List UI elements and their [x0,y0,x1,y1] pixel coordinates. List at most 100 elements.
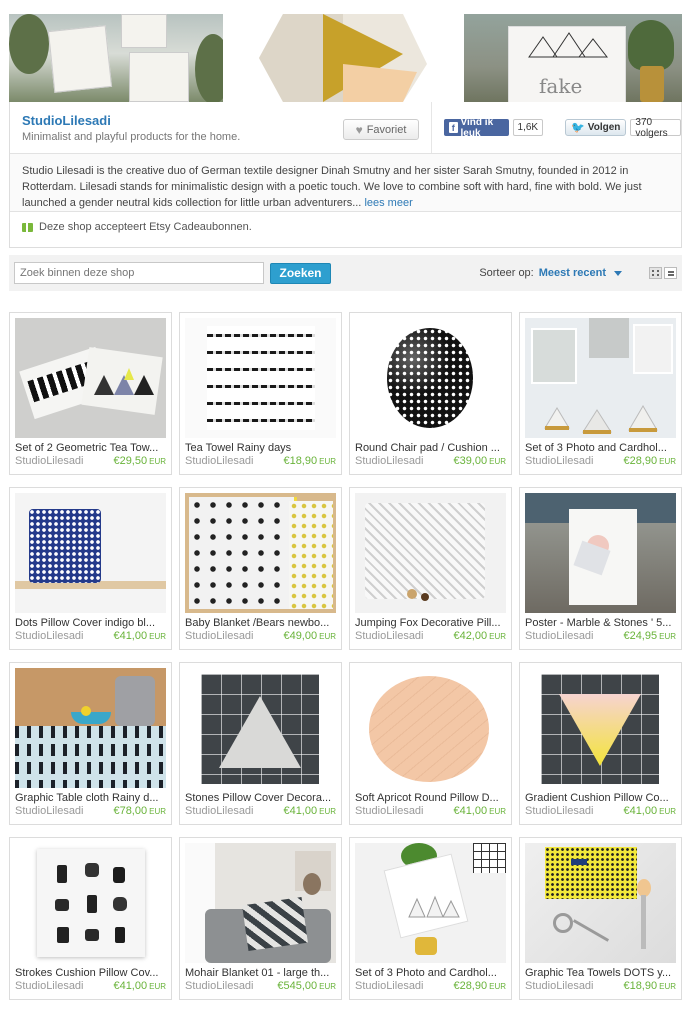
listing-title[interactable]: Baby Blanket /Bears newbo... [185,617,336,629]
listing-price: €29,50 [113,455,148,467]
listing-seller[interactable]: StudioLilesadi [15,980,84,992]
listing-image[interactable] [185,843,336,963]
listing-price: €18,90 [623,980,658,992]
shop-info-panel: StudioLilesadi Minimalist and playful pr… [9,102,682,248]
search-button[interactable]: Zoeken [270,262,331,284]
listing-title[interactable]: Tea Towel Rainy days [185,442,336,454]
listing-image[interactable] [15,843,166,963]
listing-title[interactable]: Strokes Cushion Pillow Cov... [15,967,166,979]
listing-seller[interactable]: StudioLilesadi [185,805,254,817]
listing-title[interactable]: Gradient Cushion Pillow Co... [525,792,676,804]
listing-image[interactable] [355,668,506,788]
grid-view-button[interactable] [649,267,662,279]
listing-currency: EUR [319,632,336,641]
listing-image[interactable] [185,493,336,613]
giftcard-notice-text: Deze shop accepteert Etsy Cadeaubonnen. [39,221,252,233]
listing-title[interactable]: Mohair Blanket 01 - large th... [185,967,336,979]
listing-currency: EUR [149,632,166,641]
facebook-like-count: 1,6K [512,119,544,136]
listing-image[interactable] [185,318,336,438]
listing-title[interactable]: Graphic Tea Towels DOTS y... [525,967,676,979]
listing-image[interactable] [525,843,676,963]
listing-image[interactable] [15,493,166,613]
listing-image[interactable] [355,843,506,963]
listing-seller[interactable]: StudioLilesadi [525,455,594,467]
list-view-button[interactable] [664,267,677,279]
listing-title[interactable]: Graphic Table cloth Rainy d... [15,792,166,804]
listing-currency: EUR [489,807,506,816]
gift-icon [22,222,33,232]
listing-image[interactable] [15,668,166,788]
listing-card[interactable]: Stones Pillow Cover Decora... StudioLile… [179,662,342,825]
listing-card[interactable]: Graphic Table cloth Rainy d... StudioLil… [9,662,172,825]
listing-currency: EUR [659,632,676,641]
listing-image[interactable] [185,668,336,788]
banner-photo-poster-plant: fake [464,14,682,102]
listing-title[interactable]: Soft Apricot Round Pillow D... [355,792,506,804]
svg-text:fake: fake [539,74,582,98]
sort-label: Sorteer op: [479,267,534,279]
listing-card[interactable]: Poster - Marble & Stones ' 5... StudioLi… [519,487,682,650]
listing-seller[interactable]: StudioLilesadi [355,455,424,467]
chevron-down-icon[interactable] [614,270,622,276]
listing-card[interactable]: Tea Towel Rainy days StudioLilesadi €18,9… [179,312,342,475]
banner-photo-posters [9,14,223,102]
list-icon [667,270,674,276]
giftcard-notice: Deze shop accepteert Etsy Cadeaubonnen. [10,212,681,242]
listing-seller[interactable]: StudioLilesadi [185,455,254,467]
listing-image[interactable] [525,493,676,613]
listing-card[interactable]: Gradient Cushion Pillow Co... StudioLile… [519,662,682,825]
listing-seller[interactable]: StudioLilesadi [525,805,594,817]
listing-currency: EUR [319,982,336,991]
listing-card[interactable]: Set of 3 Photo and Cardhol... StudioLile… [519,312,682,475]
listing-title[interactable]: Set of 2 Geometric Tea Tow... [15,442,166,454]
listing-card[interactable]: Strokes Cushion Pillow Cov... StudioLile… [9,837,172,1000]
listing-title[interactable]: Poster - Marble & Stones ' 5... [525,617,676,629]
favorite-button[interactable]: ♥ Favoriet [343,119,419,140]
shop-search-input[interactable] [14,262,264,284]
listing-title[interactable]: Dots Pillow Cover indigo bl... [15,617,166,629]
listing-image[interactable] [15,318,166,438]
listing-card[interactable]: Round Chair pad / Cushion ... StudioLile… [349,312,512,475]
listing-currency: EUR [149,457,166,466]
listing-card[interactable]: Mohair Blanket 01 - large th... StudioLi… [179,837,342,1000]
listing-price: €28,90 [623,455,658,467]
listing-seller[interactable]: StudioLilesadi [525,630,594,642]
listing-seller[interactable]: StudioLilesadi [355,805,424,817]
listing-seller[interactable]: StudioLilesadi [185,980,254,992]
listing-price: €28,90 [453,980,488,992]
listing-seller[interactable]: StudioLilesadi [185,630,254,642]
twitter-bird-icon: 🐦 [571,122,585,134]
listing-card[interactable]: Set of 3 Photo and Cardhol... StudioLile… [349,837,512,1000]
listing-seller[interactable]: StudioLilesadi [525,980,594,992]
listing-image[interactable] [525,668,676,788]
listing-image[interactable] [355,318,506,438]
listing-seller[interactable]: StudioLilesadi [355,980,424,992]
listing-seller[interactable]: StudioLilesadi [15,455,84,467]
listing-title[interactable]: Set of 3 Photo and Cardhol... [525,442,676,454]
listing-title[interactable]: Set of 3 Photo and Cardhol... [355,967,506,979]
listing-title[interactable]: Round Chair pad / Cushion ... [355,442,506,454]
listing-card[interactable]: Baby Blanket /Bears newbo... StudioLiles… [179,487,342,650]
listing-currency: EUR [659,457,676,466]
listing-card[interactable]: Dots Pillow Cover indigo bl... StudioLil… [9,487,172,650]
twitter-follow-button[interactable]: 🐦 Volgen [565,119,627,136]
listing-card[interactable]: Graphic Tea Towels DOTS y... StudioLiles… [519,837,682,1000]
listing-title[interactable]: Jumping Fox Decorative Pill... [355,617,506,629]
sort-dropdown[interactable]: Meest recent [539,267,606,279]
listing-seller[interactable]: StudioLilesadi [355,630,424,642]
listing-card[interactable]: Set of 2 Geometric Tea Tow... StudioLile… [9,312,172,475]
listing-title[interactable]: Stones Pillow Cover Decora... [185,792,336,804]
listing-image[interactable] [355,493,506,613]
listing-currency: EUR [149,982,166,991]
listing-currency: EUR [319,807,336,816]
listing-card[interactable]: Jumping Fox Decorative Pill... StudioLil… [349,487,512,650]
twitter-follower-count: 370 volgers [630,117,681,139]
read-more-link[interactable]: lees meer [364,197,412,209]
listing-seller[interactable]: StudioLilesadi [15,630,84,642]
listing-image[interactable] [525,318,676,438]
listing-card[interactable]: Soft Apricot Round Pillow D... StudioLil… [349,662,512,825]
listing-seller[interactable]: StudioLilesadi [15,805,84,817]
facebook-like-button[interactable]: f Vind ik leuk [444,116,509,139]
facebook-like-label: Vind ik leuk [460,116,494,139]
